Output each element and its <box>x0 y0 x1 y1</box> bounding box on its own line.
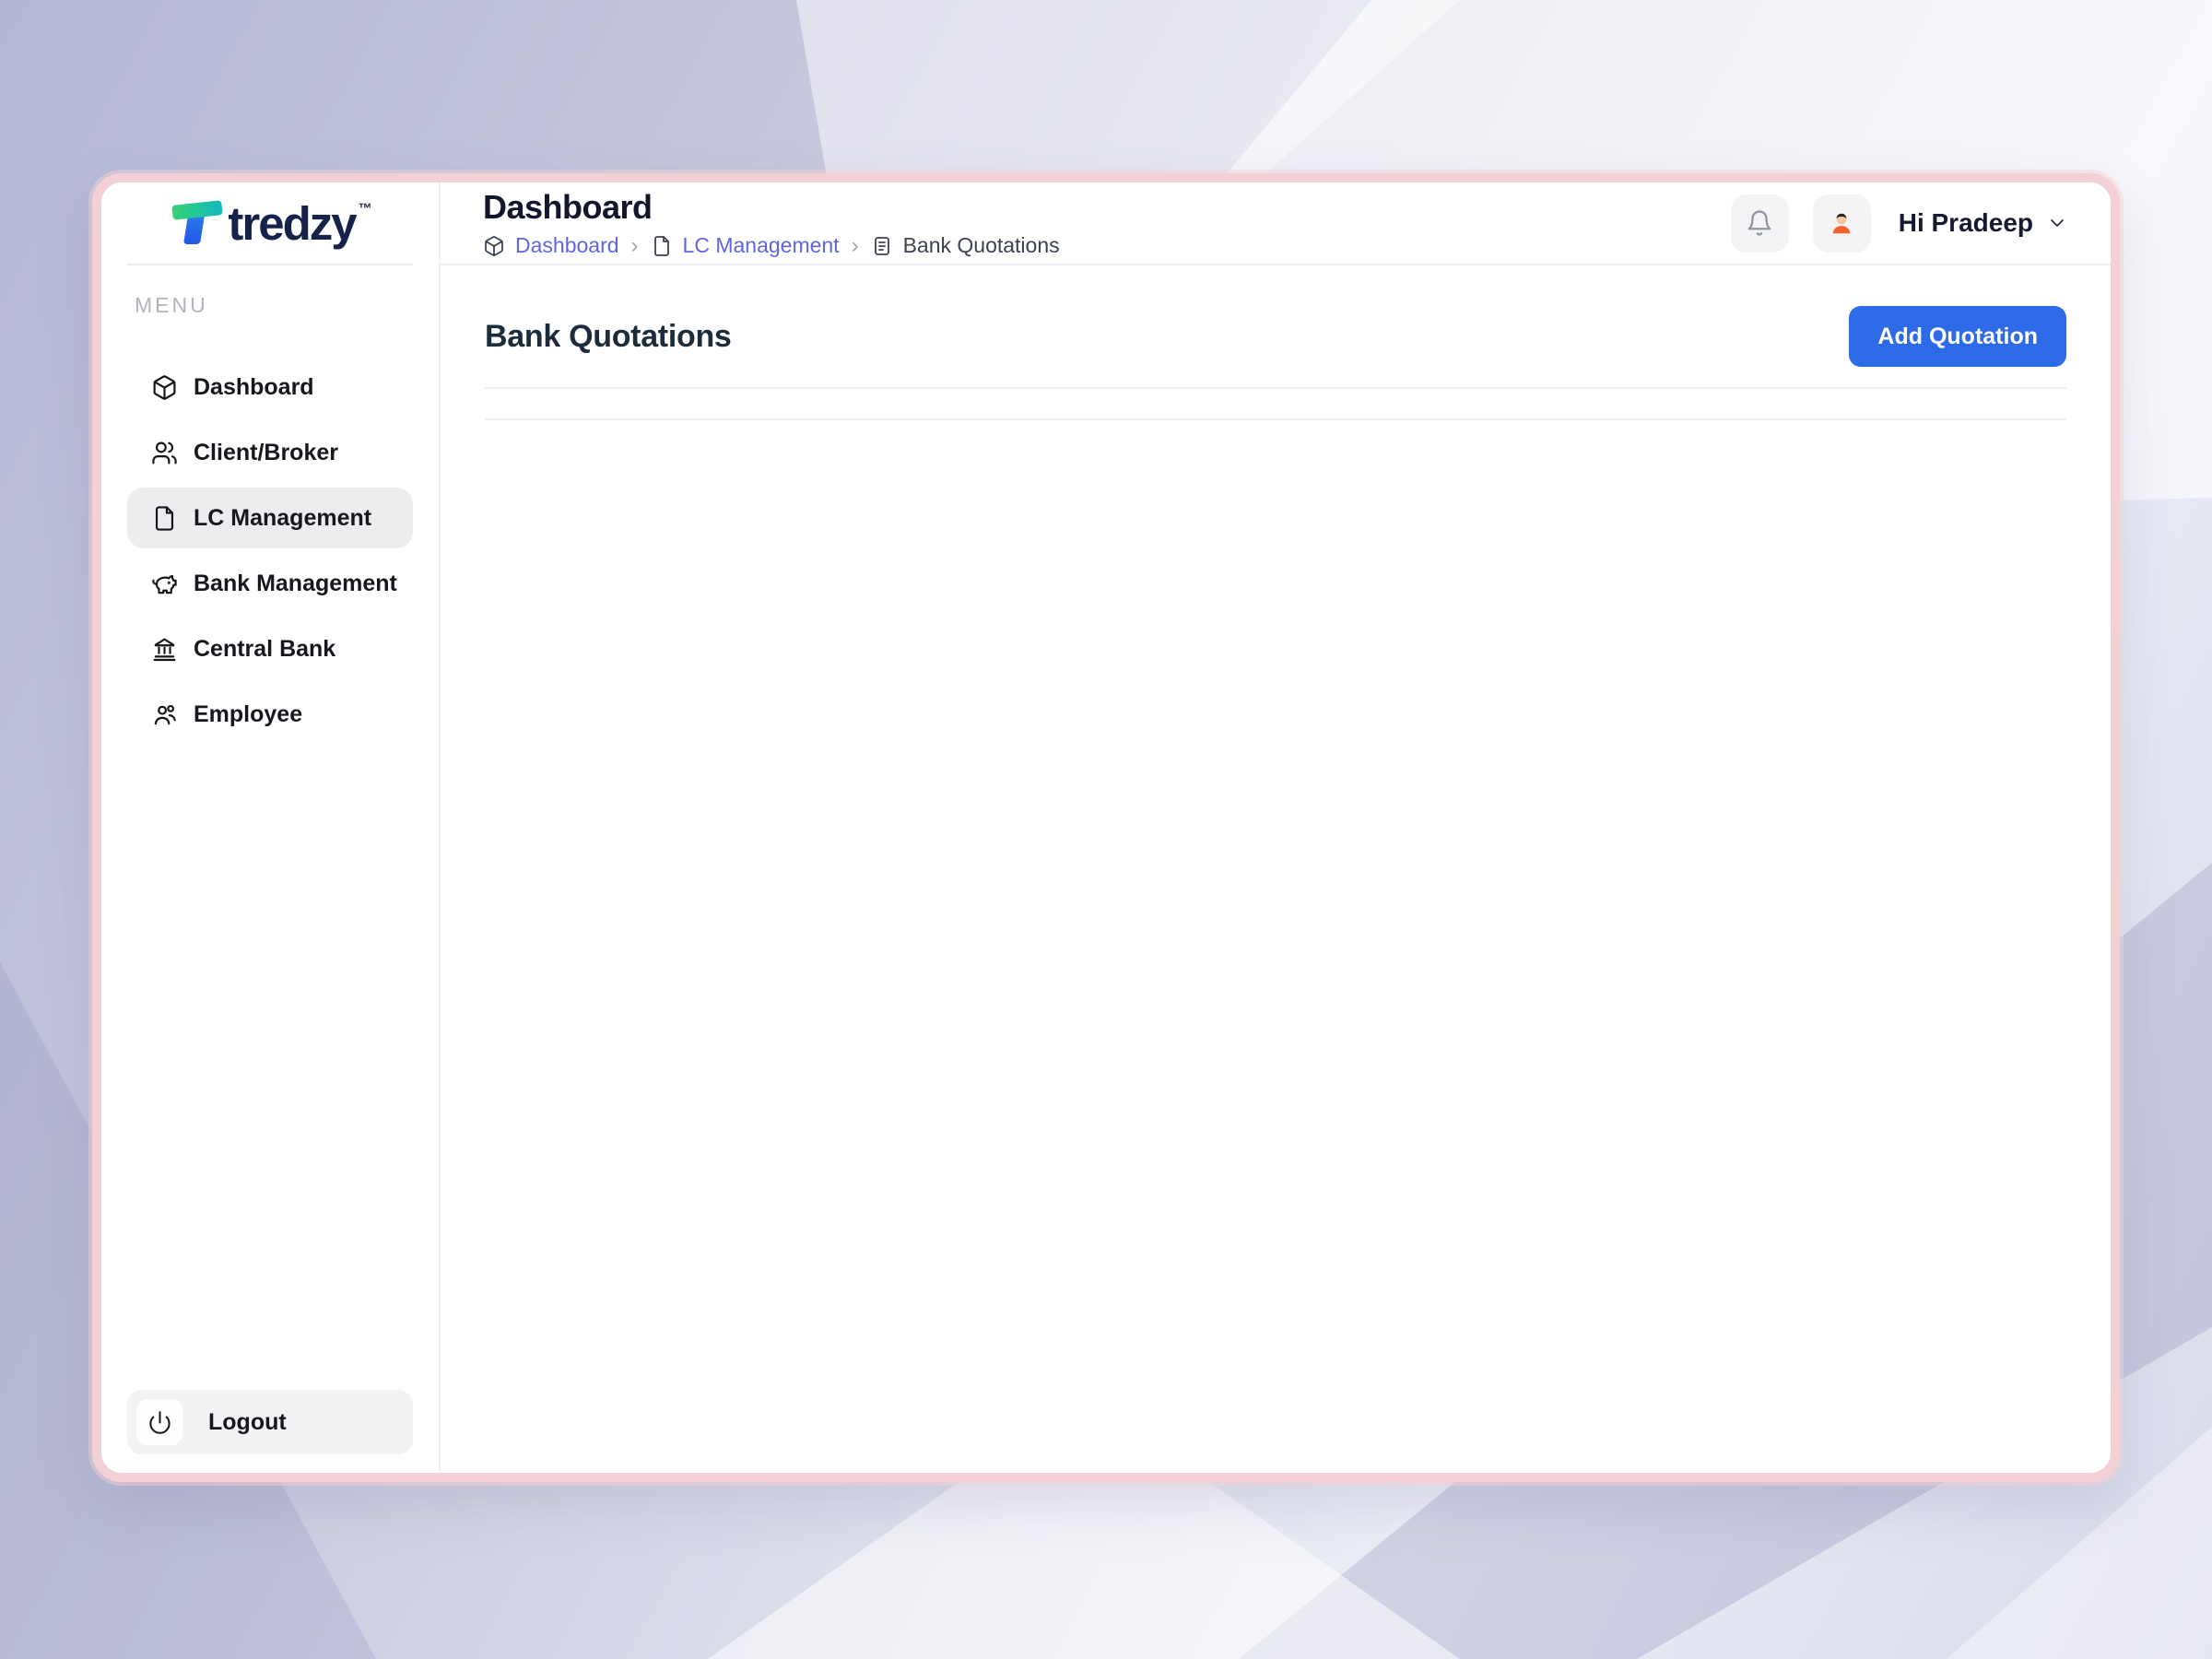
users-icon <box>151 701 178 728</box>
user-menu[interactable]: Hi Pradeep <box>1899 208 2068 238</box>
breadcrumb-separator: › <box>630 232 639 258</box>
sidebar-item-label: LC Management <box>194 504 372 531</box>
logout-label: Logout <box>208 1408 287 1435</box>
breadcrumb-separator: › <box>851 232 859 258</box>
sidebar-item-label: Employee <box>194 700 303 727</box>
section-title: Bank Quotations <box>485 318 732 354</box>
sidebar-item-label: Central Bank <box>194 635 336 662</box>
avatar-image <box>1832 213 1851 234</box>
table-divider <box>485 418 2066 420</box>
page-title: Dashboard <box>483 187 653 226</box>
sidebar: tredzy ™ MENU Dashboard Client/Broker LC… <box>101 182 441 1473</box>
bell-icon <box>1747 210 1771 236</box>
users-icon <box>151 440 178 466</box>
piggy-bank-icon <box>151 571 178 597</box>
sidebar-item-label: Bank Management <box>194 570 397 596</box>
menu-section-label: MENU <box>135 293 208 317</box>
sidebar-menu: Dashboard Client/Broker LC Management Ba… <box>101 357 439 745</box>
cube-icon <box>483 235 505 257</box>
content-panel: Bank Quotations Add Quotation <box>441 265 2111 1473</box>
document-icon <box>871 235 893 257</box>
sidebar-item-dashboard[interactable]: Dashboard <box>127 357 413 418</box>
breadcrumb-link-dashboard[interactable]: Dashboard <box>515 233 619 258</box>
sidebar-item-label: Dashboard <box>194 373 314 400</box>
sidebar-item-label: Client/Broker <box>194 439 338 465</box>
tredzy-logo-icon <box>171 196 228 250</box>
logout-button[interactable]: Logout <box>127 1390 413 1454</box>
app-window: tredzy ™ MENU Dashboard Client/Broker LC… <box>92 173 2120 1482</box>
power-icon <box>136 1399 182 1445</box>
main-area: Dashboard Dashboard › LC Management › Ba… <box>441 182 2111 1473</box>
trademark-symbol: ™ <box>358 200 372 217</box>
sidebar-item-central-bank[interactable]: Central Bank <box>127 618 413 679</box>
sidebar-item-lc-management[interactable]: LC Management <box>127 488 413 548</box>
chevron-down-icon <box>2051 219 2064 227</box>
avatar[interactable] <box>1812 194 1871 253</box>
logo-wordmark: tredzy <box>228 196 357 250</box>
breadcrumb: Dashboard › LC Management › Bank Quotati… <box>483 233 1060 259</box>
breadcrumb-current: Bank Quotations <box>902 233 1060 257</box>
sidebar-divider <box>127 264 413 265</box>
app-logo: tredzy ™ <box>101 182 439 264</box>
sidebar-item-bank-management[interactable]: Bank Management <box>127 553 413 614</box>
top-bar: Dashboard Dashboard › LC Management › Ba… <box>441 182 2111 265</box>
file-icon <box>651 235 673 257</box>
table-divider <box>485 387 2066 389</box>
add-quotation-button[interactable]: Add Quotation <box>1849 306 2066 367</box>
bank-icon <box>151 636 178 663</box>
file-icon <box>151 505 178 532</box>
sidebar-item-employee[interactable]: Employee <box>127 684 413 745</box>
notifications-button[interactable] <box>1730 194 1789 253</box>
user-greeting: Hi Pradeep <box>1898 208 2033 237</box>
breadcrumb-link-lc-management[interactable]: LC Management <box>683 233 840 258</box>
sidebar-item-client-broker[interactable]: Client/Broker <box>127 422 413 483</box>
cube-icon <box>151 374 178 401</box>
